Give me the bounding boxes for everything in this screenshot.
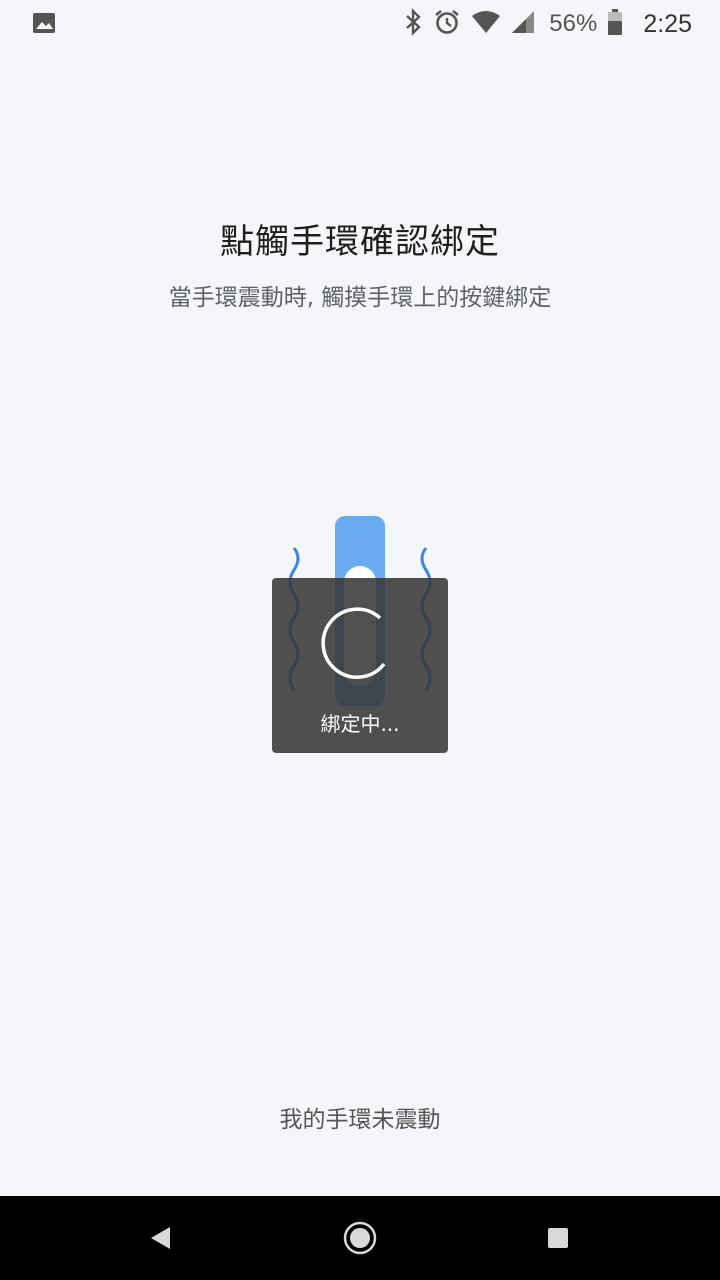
page-title: 點觸手環確認綁定 bbox=[220, 222, 500, 262]
bluetooth-icon bbox=[403, 7, 423, 41]
loading-dialog: 綁定中... bbox=[272, 578, 448, 753]
band-not-vibrating-link[interactable]: 我的手環未震動 bbox=[0, 1100, 720, 1134]
image-icon bbox=[32, 10, 58, 36]
wifi-icon bbox=[471, 10, 501, 39]
home-icon[interactable] bbox=[342, 1220, 378, 1256]
clock: 2:25 bbox=[643, 9, 692, 38]
navigation-bar bbox=[0, 1196, 720, 1280]
status-bar: 56% 2:25 bbox=[0, 0, 720, 48]
cell-signal-icon bbox=[511, 10, 535, 39]
alarm-icon bbox=[433, 8, 461, 41]
recents-icon[interactable] bbox=[540, 1220, 576, 1256]
battery-icon bbox=[607, 8, 623, 41]
loading-text: 綁定中... bbox=[320, 712, 400, 736]
back-icon[interactable] bbox=[144, 1220, 180, 1256]
loading-spinner-icon bbox=[318, 604, 400, 686]
page-subtitle: 當手環震動時, 觸摸手環上的按鍵綁定 bbox=[168, 285, 552, 311]
battery-percent: 56% bbox=[549, 10, 598, 37]
